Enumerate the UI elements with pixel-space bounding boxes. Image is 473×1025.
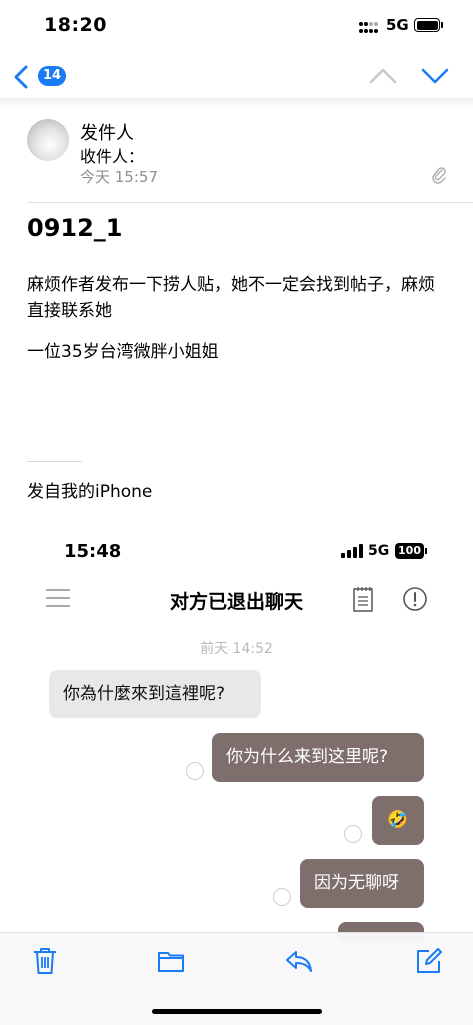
chat-network-type: 5G [368, 543, 390, 559]
chat-status-time: 15:48 [64, 541, 122, 562]
read-check-icon [273, 888, 291, 906]
chevron-up-icon[interactable] [368, 64, 398, 88]
home-indicator[interactable] [152, 1009, 322, 1014]
chat-message-outgoing: 因为无聊呀 [300, 859, 424, 908]
chat-battery-icon: 100 [395, 543, 424, 559]
folder-icon[interactable] [156, 946, 186, 976]
email-signature: 发自我的iPhone [27, 482, 153, 502]
chat-message-incoming: 你為什麼來到這裡呢? [49, 670, 261, 718]
notes-icon[interactable] [352, 586, 374, 612]
compose-icon[interactable] [414, 946, 444, 976]
signature-divider [27, 461, 82, 462]
chat-battery-tip [425, 548, 427, 554]
battery-icon [414, 18, 440, 32]
chat-message-outgoing: 你为什么来到这里呢? [212, 733, 424, 782]
signal-icon [359, 22, 378, 33]
avatar[interactable] [27, 119, 69, 161]
nav-shadow [0, 98, 473, 110]
header-divider [27, 202, 473, 203]
chat-signal-icon [341, 544, 363, 558]
info-icon[interactable] [402, 586, 428, 612]
email-subject: 0912_1 [27, 214, 123, 242]
chevron-down-icon[interactable] [420, 64, 450, 88]
chat-message-outgoing: 🤣 [372, 796, 424, 845]
email-body-text-2: 一位35岁台湾微胖小姐姐 [27, 342, 219, 362]
read-check-icon [344, 825, 362, 843]
trash-icon[interactable] [30, 946, 60, 976]
battery-tip [441, 22, 443, 28]
recipient-label[interactable]: 收件人： [80, 143, 144, 167]
back-chevron-icon[interactable] [12, 64, 32, 90]
read-check-icon [186, 762, 204, 780]
status-time: 18:20 [44, 14, 107, 36]
email-body-text: 麻烦作者发布一下捞人贴，她不一定会找到帖子，麻烦直接联系她 [27, 275, 435, 321]
back-count-badge[interactable]: 14 [38, 66, 66, 86]
reply-icon[interactable] [284, 946, 314, 976]
sender-name[interactable]: 发件人 [80, 119, 134, 145]
email-date: 今天 15:57 [80, 168, 158, 186]
chat-date: 前天 14:52 [200, 641, 273, 657]
network-type: 5G [386, 16, 409, 34]
paperclip-icon[interactable] [430, 166, 448, 184]
